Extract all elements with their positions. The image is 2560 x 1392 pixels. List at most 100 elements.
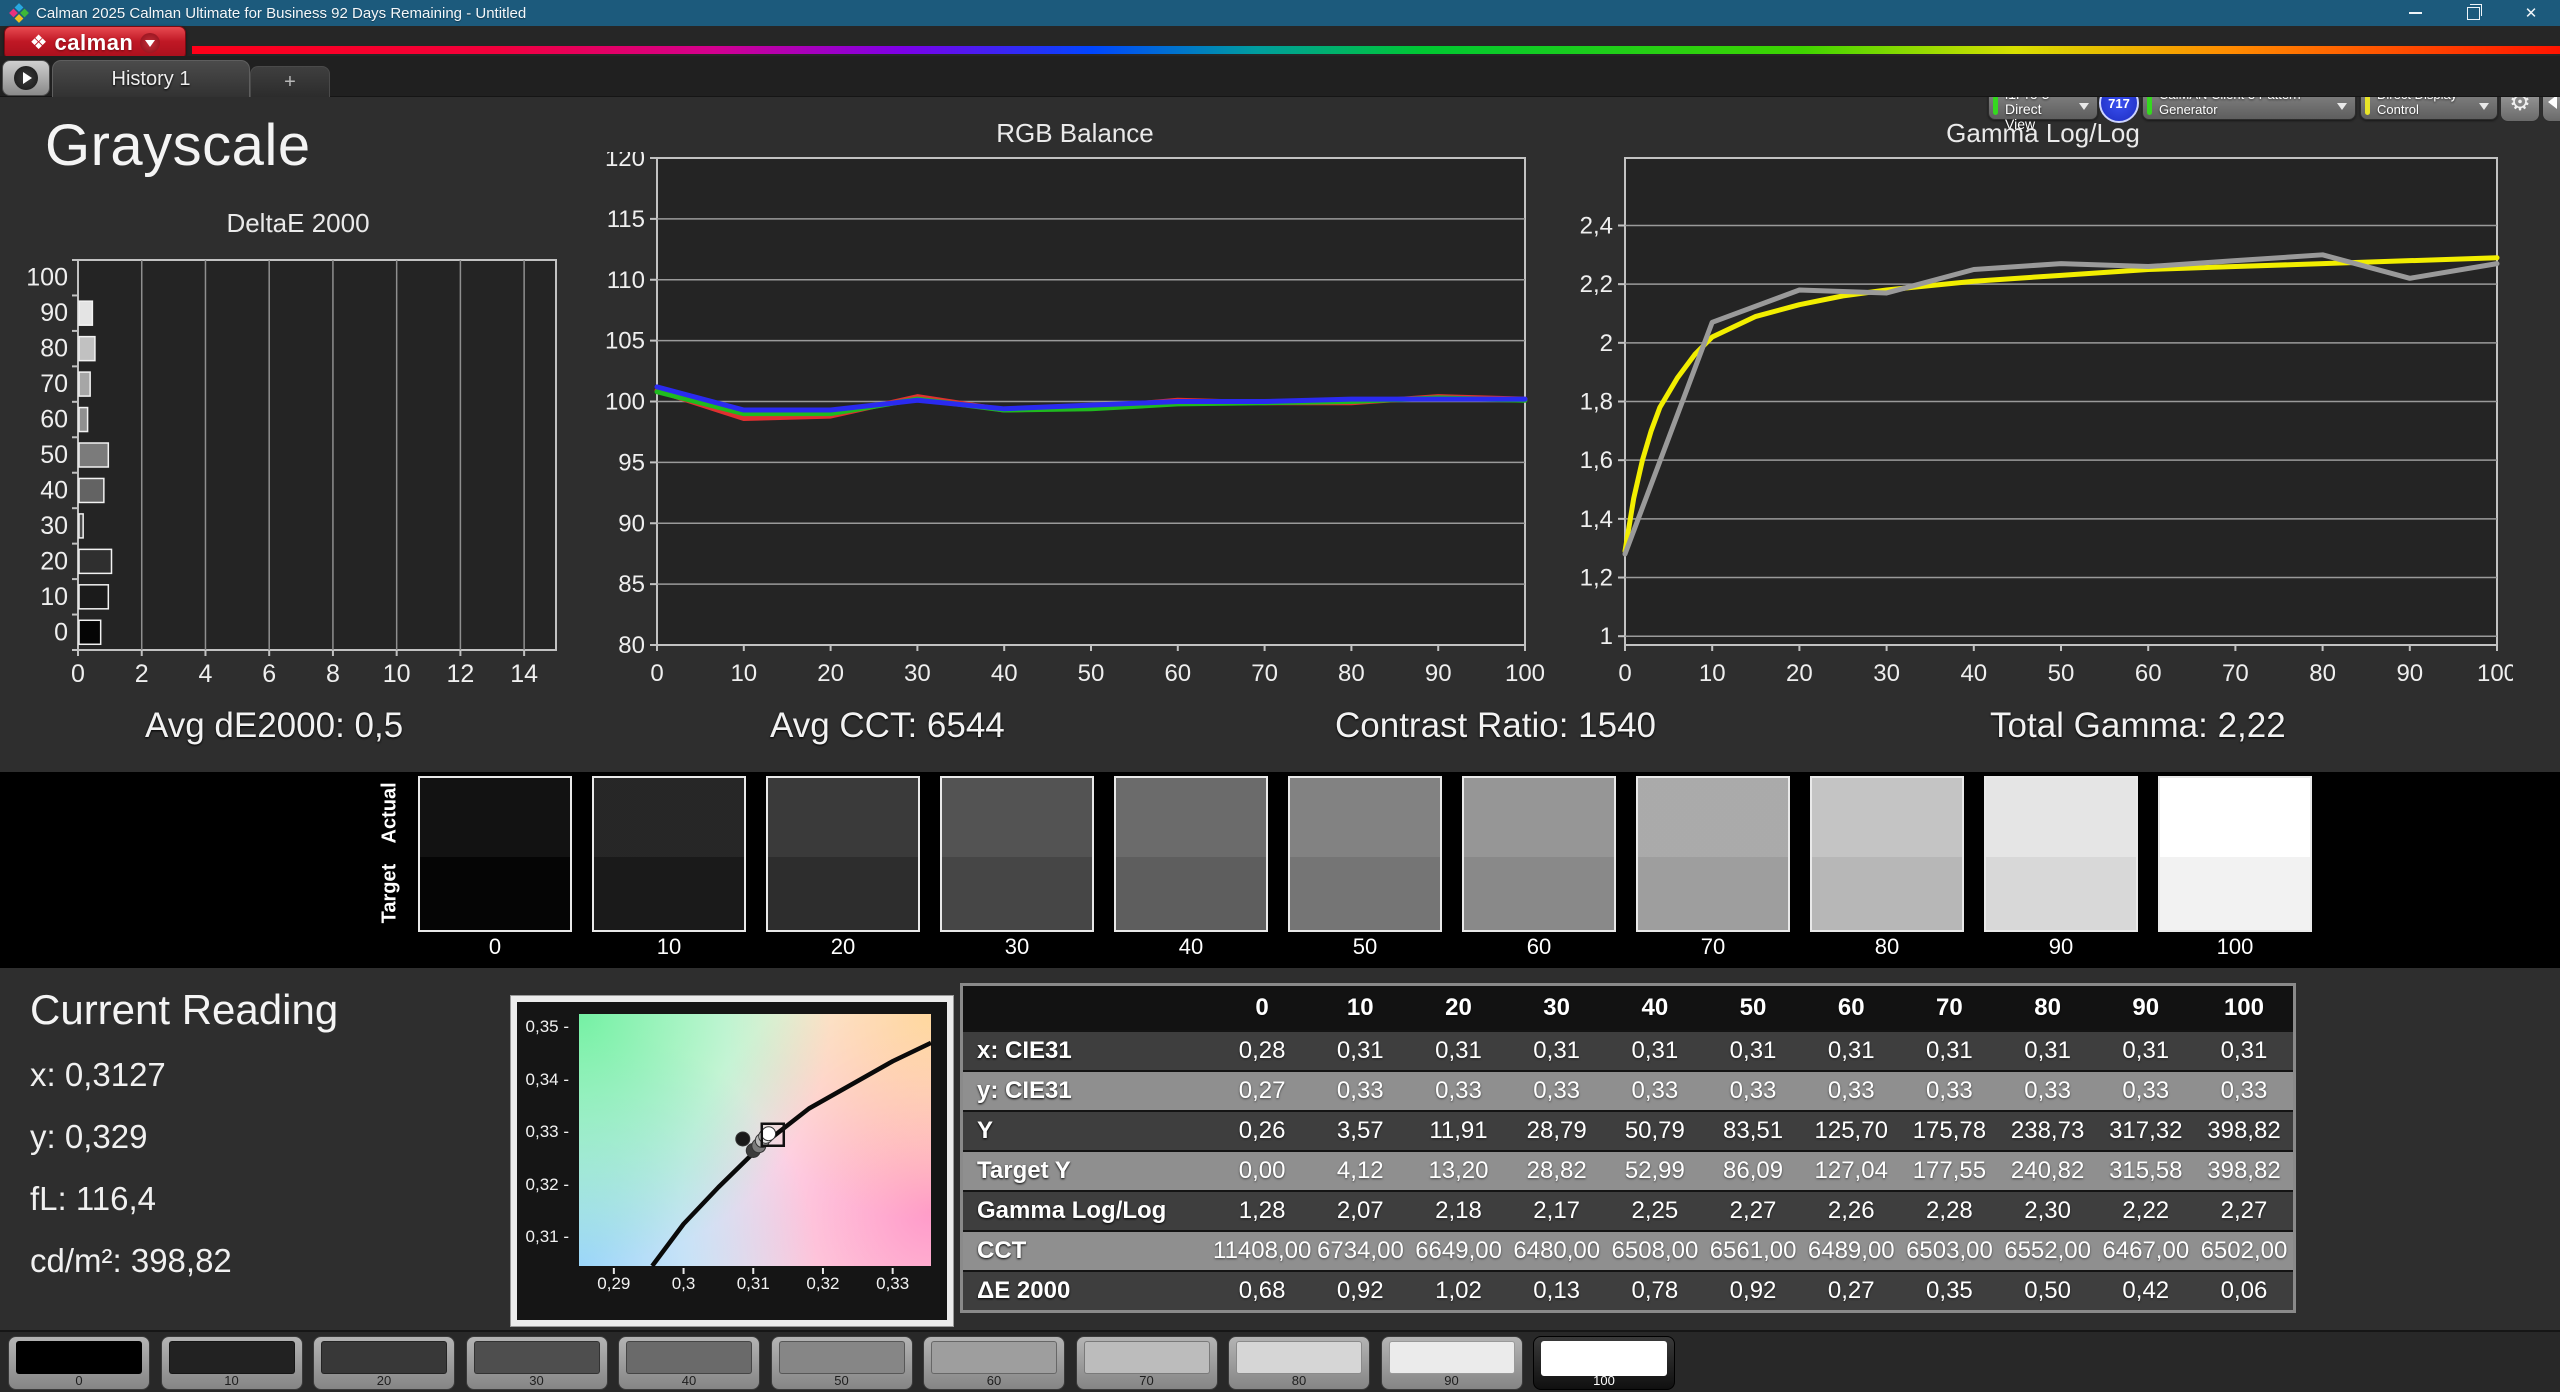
svg-text:2,4: 2,4 [1580,212,1613,239]
svg-text:10: 10 [40,583,68,611]
pattern-button-10[interactable]: 10 [161,1336,303,1390]
cie-x-tick: 0,32 [793,1274,853,1294]
calman-logo-icon: ❖ [30,33,48,53]
table-cell: 0,33 [1508,1072,1606,1110]
svg-text:60: 60 [1164,660,1191,687]
pattern-button-100[interactable]: 100 [1533,1336,1675,1390]
cie-x-tick: 0,31 [723,1274,783,1294]
pattern-bar: 0102030405060708090100 [•] ∞ ↻ « Back Ne… [0,1330,2560,1392]
table-cell: 0,33 [1999,1072,2097,1110]
svg-text:0: 0 [1618,660,1631,687]
svg-text:6: 6 [262,660,276,688]
swatch-label: 80 [1810,934,1964,960]
table-cell: 0,33 [2195,1072,2293,1110]
reading-x: x: 0,3127 [30,1056,166,1094]
calman-menu-button[interactable]: ❖ calman [4,26,186,60]
svg-text:30: 30 [40,512,68,540]
table-cell: 1,02 [1409,1272,1507,1310]
table-cell: 3,57 [1311,1112,1409,1150]
cie-y-tick: 0,31 - [521,1227,569,1247]
pattern-button-30[interactable]: 30 [466,1336,608,1390]
pattern-button-70[interactable]: 70 [1076,1336,1218,1390]
svg-text:100: 100 [605,389,645,416]
table-row: Target Y0,004,1213,2028,8252,9986,09127,… [963,1150,2293,1190]
table-cell: 0,33 [1802,1072,1900,1110]
table-cell: 13,20 [1409,1152,1507,1190]
calman-menu-dropdown[interactable] [140,33,160,53]
svg-text:1,8: 1,8 [1580,389,1613,416]
restore-button[interactable] [2444,0,2502,26]
table-cell: 83,51 [1704,1112,1802,1150]
swatch-level-40 [1114,776,1268,932]
row-label: x: CIE31 [963,1032,1213,1070]
tab-history-1[interactable]: History 1 [52,60,250,97]
minimize-button[interactable] [2386,0,2444,26]
tab-strip: History 1 + [0,56,2560,97]
swatch-label: 100 [2158,934,2312,960]
table-cell: 2,30 [1999,1192,2097,1230]
svg-text:50: 50 [1078,660,1105,687]
pattern-label: 40 [619,1373,759,1388]
tab-scroll-button[interactable] [2,60,50,96]
table-cell: 0,31 [1704,1032,1802,1070]
svg-text:12: 12 [446,660,474,688]
pattern-swatch [1084,1341,1210,1374]
table-cell: 0,26 [1213,1112,1311,1150]
table-cell: 317,32 [2097,1112,2195,1150]
reading-fl: fL: 116,4 [30,1180,156,1218]
table-cell: 11,91 [1409,1112,1507,1150]
table-row: y: CIE310,270,330,330,330,330,330,330,33… [963,1070,2293,1110]
swatch-label: 0 [418,934,572,960]
pattern-button-0[interactable]: 0 [8,1336,150,1390]
table-cell: 6502,00 [2195,1232,2293,1270]
table-cell: 0,31 [2097,1032,2195,1070]
swatch-label: 70 [1636,934,1790,960]
cie-x-tick: 0,33 [863,1274,923,1294]
pattern-button-20[interactable]: 20 [313,1336,455,1390]
cie-y-tick: 0,33 - [521,1122,569,1142]
table-cell: 6552,00 [1999,1232,2097,1270]
table-cell: 28,79 [1508,1112,1606,1150]
calman-app-window: Calman 2025 Calman Ultimate for Business… [0,0,2560,1392]
calman-logo-text: calman [55,30,134,56]
svg-text:90: 90 [2396,660,2423,687]
add-tab-button[interactable]: + [250,66,330,97]
pattern-button-90[interactable]: 90 [1381,1336,1523,1390]
table-cell: 0,31 [1311,1032,1409,1070]
table-cell: 86,09 [1704,1152,1802,1190]
table-header-row: 0102030405060708090100 [963,986,2293,1030]
row-label: ΔE 2000 [963,1272,1213,1310]
table-cell: 11408,00 [1213,1232,1311,1270]
reading-y: y: 0,329 [30,1118,147,1156]
gamma-plot: 11,21,41,61,822,22,401020304050607080901… [1573,152,2513,712]
table-cell: 6480,00 [1508,1232,1606,1270]
cie-y-tick: 0,32 - [521,1175,569,1195]
pattern-label: 30 [467,1373,607,1388]
pattern-button-40[interactable]: 40 [618,1336,760,1390]
app-icon [9,3,29,23]
svg-text:2,2: 2,2 [1580,271,1613,298]
table-cell: 0,00 [1213,1152,1311,1190]
pattern-button-50[interactable]: 50 [771,1336,913,1390]
pattern-button-80[interactable]: 80 [1228,1336,1370,1390]
grayscale-data-table: 0102030405060708090100x: CIE310,280,310,… [960,983,2296,1313]
pattern-button-60[interactable]: 60 [923,1336,1065,1390]
svg-text:1: 1 [1600,623,1613,650]
close-button[interactable]: ✕ [2502,0,2560,26]
pattern-label: 80 [1229,1373,1369,1388]
swatch-level-80 [1810,776,1964,932]
table-cell: 0,68 [1213,1272,1311,1310]
swatch-level-20 [766,776,920,932]
svg-text:20: 20 [1786,660,1813,687]
pattern-swatch [16,1341,142,1374]
row-label: CCT [963,1232,1213,1270]
table-cell: 0,33 [1311,1072,1409,1110]
pattern-label: 20 [314,1373,454,1388]
pattern-label: 0 [9,1373,149,1388]
svg-text:90: 90 [618,510,645,537]
table-cell: 0,31 [1900,1032,1998,1070]
pattern-swatch [931,1341,1057,1374]
pattern-label: 10 [162,1373,302,1388]
table-cell: 238,73 [1999,1112,2097,1150]
table-cell: 0,33 [1704,1072,1802,1110]
